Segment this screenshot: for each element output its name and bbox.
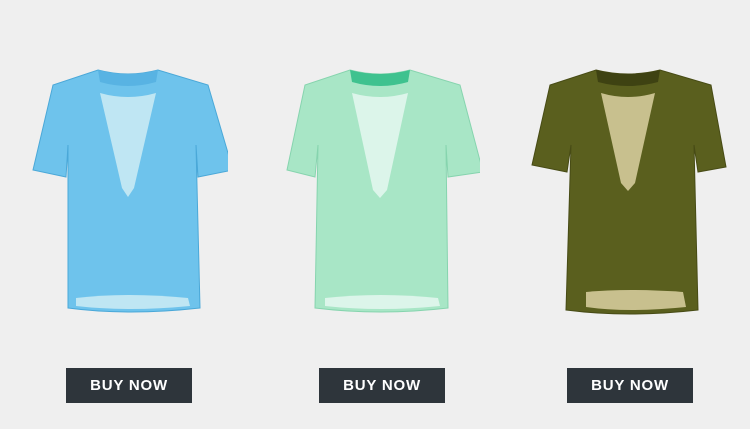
product-card: BUY NOW [3,0,253,429]
tshirt-illustration [286,69,480,313]
product-image[interactable] [28,60,228,320]
tshirt-hem-panel [76,295,190,309]
buy-now-button[interactable]: BUY NOW [567,368,693,403]
tshirt-illustration [32,69,228,313]
tshirt-hem-panel [586,290,686,310]
product-card: BUY NOW [503,0,750,429]
tshirt-collar [596,70,660,86]
buy-now-button[interactable]: BUY NOW [319,368,445,403]
product-image[interactable] [528,60,728,320]
buy-now-button[interactable]: BUY NOW [66,368,192,403]
tshirt-hem-panel [325,295,440,309]
tshirt-collar [98,70,158,86]
product-image[interactable] [280,60,480,320]
tshirt-collar [350,70,410,86]
tshirt-illustration [531,69,727,315]
product-card: BUY NOW [255,0,505,429]
